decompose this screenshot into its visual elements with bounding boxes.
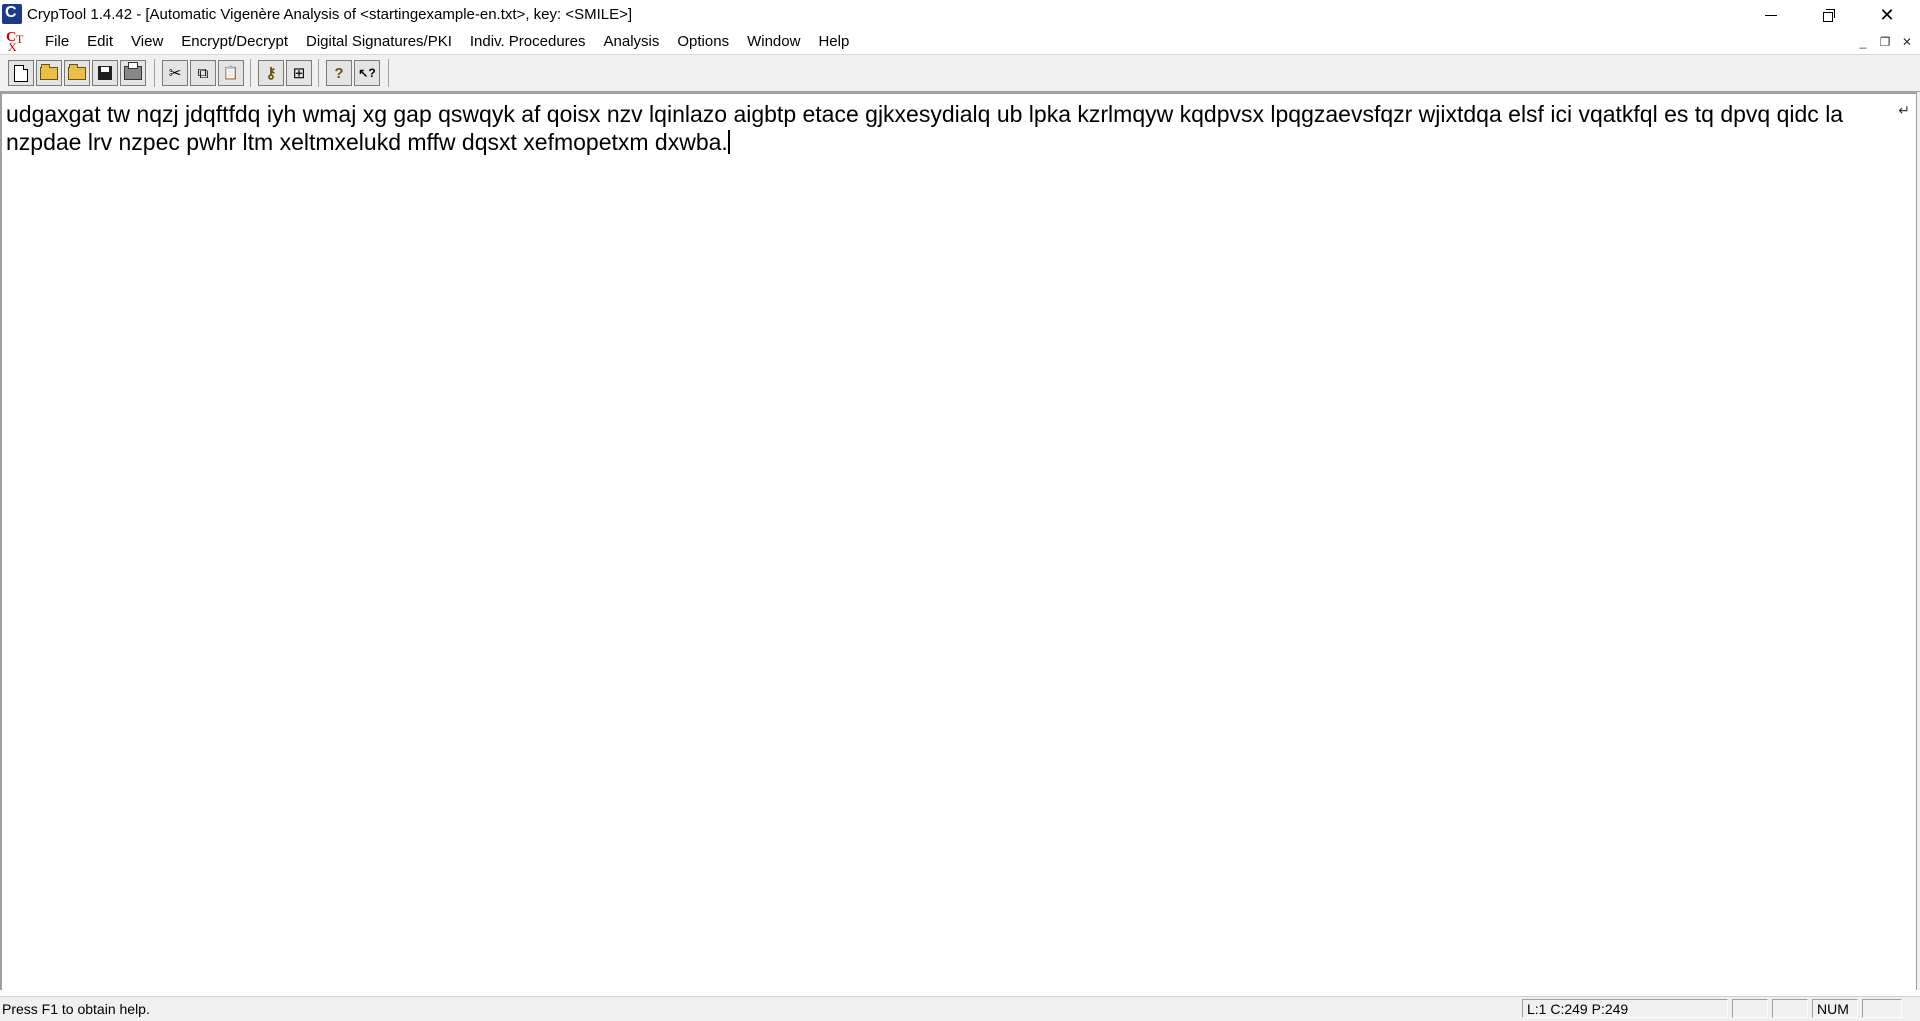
- open-alt-button[interactable]: [64, 60, 90, 86]
- document-close-button[interactable]: ✕: [1898, 34, 1916, 50]
- menu-file[interactable]: File: [36, 33, 78, 51]
- print-icon: [124, 62, 142, 80]
- menu-view[interactable]: View: [122, 33, 172, 51]
- key-icon: ⚷: [265, 65, 277, 82]
- help-button[interactable]: ?: [326, 60, 352, 86]
- window-button[interactable]: ⊞: [286, 60, 312, 86]
- save-button[interactable]: [92, 60, 118, 86]
- toolbar-help-group: ? ↖?: [326, 60, 382, 86]
- new-document-button[interactable]: [8, 60, 34, 86]
- cut-button[interactable]: ✂: [162, 60, 188, 86]
- toolbar-separator: [250, 59, 251, 87]
- editor-content[interactable]: udgaxgat tw nqzj jdqftfdq iyh wmaj xg ga…: [6, 100, 1886, 156]
- open-folder-alt-icon: [68, 63, 86, 80]
- open-folder-icon: [40, 63, 58, 80]
- new-document-icon: [14, 64, 28, 82]
- minimize-icon: [1765, 14, 1777, 16]
- paste-icon: 📋: [222, 65, 240, 80]
- restore-icon: [1823, 9, 1835, 22]
- toolbar: ✂ ⧉ 📋 ⚷ ⊞ ? ↖?: [0, 54, 1920, 92]
- menu-bar: C T X File Edit View Encrypt/Decrypt Digital…: [0, 30, 1920, 54]
- document-minimize-button[interactable]: _: [1854, 34, 1872, 50]
- word-wrap-icon: ↵: [1898, 102, 1910, 118]
- menu-indiv-procedures[interactable]: Indiv. Procedures: [461, 33, 595, 51]
- cursor-position-pane: L:1 C:249 P:249: [1522, 999, 1728, 1018]
- document-restore-button[interactable]: ❐: [1876, 34, 1894, 50]
- window-icon: ⊞: [292, 65, 306, 82]
- paste-button[interactable]: 📋: [218, 60, 244, 86]
- document-system-menu-icon[interactable]: C T X: [6, 30, 28, 54]
- key-button[interactable]: ⚷: [258, 60, 284, 86]
- menu-analysis[interactable]: Analysis: [595, 33, 669, 51]
- copy-icon: ⧉: [197, 64, 209, 82]
- menu-digital-signatures-pki[interactable]: Digital Signatures/PKI: [297, 33, 461, 51]
- close-button[interactable]: ✕: [1858, 0, 1916, 30]
- context-help-button[interactable]: ↖?: [354, 60, 380, 86]
- document-window-controls: _ ❐ ✕: [1854, 34, 1916, 50]
- status-message: Press F1 to obtain help.: [2, 1001, 150, 1017]
- minimize-button[interactable]: [1742, 0, 1800, 30]
- toolbar-separator: [154, 59, 155, 87]
- text-caret: [727, 130, 730, 154]
- status-pane-empty: [1772, 999, 1808, 1018]
- toolbar-file-group: [8, 60, 148, 86]
- menu-options[interactable]: Options: [668, 33, 738, 51]
- cut-icon: ✂: [168, 65, 182, 82]
- status-pane-caps: [1732, 999, 1768, 1018]
- menu-help[interactable]: Help: [809, 33, 858, 51]
- window-title: CrypTool 1.4.42 - [Automatic Vigenère An…: [27, 6, 633, 23]
- close-icon: ✕: [1879, 4, 1895, 25]
- toolbar-separator: [318, 59, 319, 87]
- cryptool-app-icon[interactable]: C: [2, 4, 22, 24]
- toolbar-edit-group: ✂ ⧉ 📋: [162, 60, 246, 86]
- toolbar-separator: [388, 59, 389, 87]
- copy-button[interactable]: ⧉: [190, 60, 216, 86]
- print-button[interactable]: [120, 60, 146, 86]
- status-bar: Press F1 to obtain help. L:1 C:249 P:249…: [0, 996, 1920, 1021]
- text-editor[interactable]: udgaxgat tw nqzj jdqftfdq iyh wmaj xg ga…: [0, 92, 1916, 990]
- status-pane-scroll: [1862, 999, 1902, 1018]
- ciphertext: udgaxgat tw nqzj jdqftfdq iyh wmaj xg ga…: [6, 101, 1850, 155]
- title-bar: C CrypTool 1.4.42 - [Automatic Vigenère …: [0, 0, 1920, 30]
- context-help-icon: ↖?: [358, 66, 376, 80]
- num-lock-pane: NUM: [1812, 999, 1858, 1018]
- save-icon: [98, 66, 112, 80]
- window-right-edge: [1916, 92, 1920, 990]
- menu-items: File Edit View Encrypt/Decrypt Digital Signa…: [36, 33, 858, 51]
- menu-edit[interactable]: Edit: [78, 33, 122, 51]
- menu-window[interactable]: Window: [738, 33, 809, 51]
- open-button[interactable]: [36, 60, 62, 86]
- menu-encrypt-decrypt[interactable]: Encrypt/Decrypt: [172, 33, 297, 51]
- restore-button[interactable]: [1800, 0, 1858, 30]
- help-icon: ?: [334, 64, 344, 82]
- toolbar-tools-group: ⚷ ⊞: [258, 60, 314, 86]
